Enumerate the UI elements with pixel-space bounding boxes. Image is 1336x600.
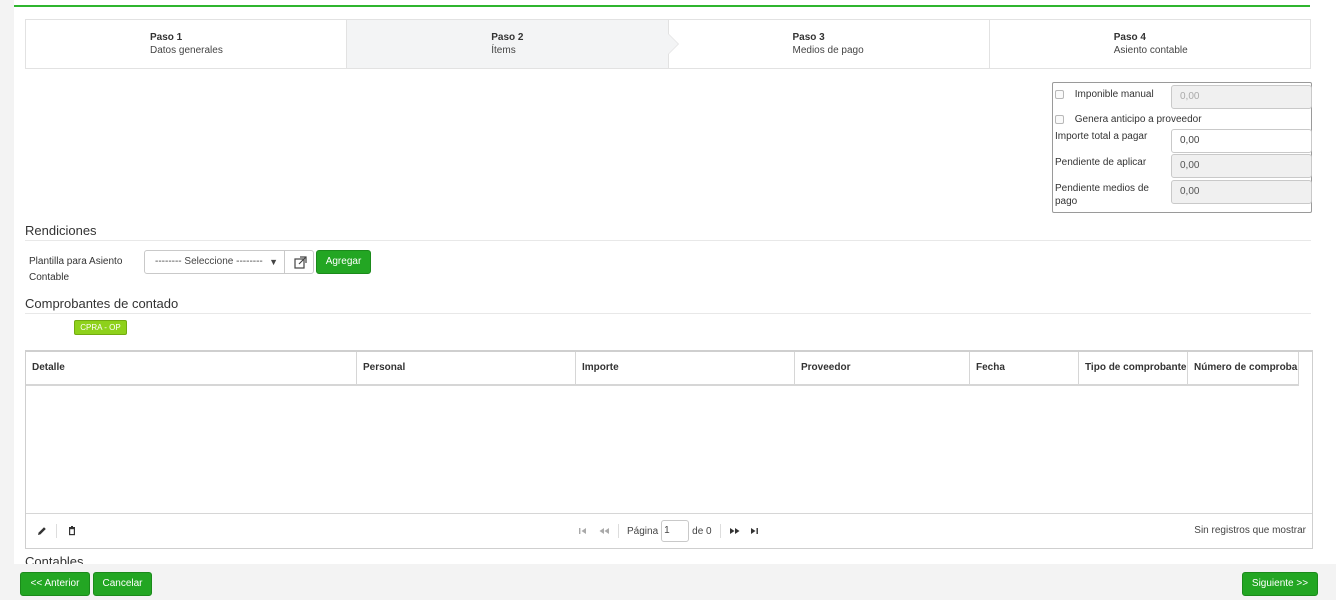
column-header-personal[interactable]: Personal [357,352,576,384]
cancelar-button[interactable]: Cancelar [93,572,152,596]
contables-title: Contables [25,554,84,564]
footer-bar: << Anterior Cancelar Siguiente >> [0,564,1336,600]
step-number: Paso 3 [792,32,825,43]
anterior-button[interactable]: << Anterior [20,572,90,596]
step-label: Asiento contable [1113,45,1188,56]
trash-icon[interactable] [65,524,79,538]
step-label: Datos generales [150,45,223,56]
plantilla-label: Plantilla para Asiento Contable [29,256,123,283]
pager: Página 1 de 0 [578,520,759,542]
step-number: Paso 1 [150,32,183,43]
column-header-detalle[interactable]: Detalle [26,352,357,384]
step-label: Medios de pago [792,45,864,56]
cpra-op-badge[interactable]: CPRA - OP [74,320,127,335]
previous-page-icon[interactable] [598,526,610,536]
wizard-step-2[interactable]: Paso 2 Ítems [347,20,679,68]
wizard-step-1[interactable]: Paso 1 Datos generales [26,20,348,68]
column-header-importe[interactable]: Importe [576,352,795,384]
next-page-icon[interactable] [729,526,741,536]
step-label: Ítems [491,45,516,56]
main-sheet: Paso 1 Datos generales Paso 2 Ítems Paso… [14,0,1336,564]
step-number: Paso 2 [491,32,524,43]
page-label: Página [627,525,659,537]
edit-pencil-icon[interactable] [35,524,49,538]
page-of-label: de 0 [692,525,712,537]
column-header-numero[interactable]: Número de comprobante [1188,352,1299,384]
page-number-input[interactable]: 1 [661,520,690,542]
imponible-manual-checkbox[interactable] [1055,89,1064,99]
column-header-fecha[interactable]: Fecha [970,352,1079,384]
payment-summary-panel: Imponible manual 0,00 Genera anticipo a … [1052,82,1312,213]
imponible-manual-label: Imponible manual [1074,89,1154,100]
open-external-button[interactable] [284,250,314,274]
siguiente-button[interactable]: Siguiente >> [1242,572,1318,596]
comprobantes-grid: Detalle Personal Importe Proveedor Fecha… [25,350,1313,549]
plantilla-select[interactable]: -------- Seleccione -------- ▼ [144,250,285,274]
first-page-icon[interactable] [578,526,588,536]
grid-footer: Página 1 de 0 Sin registros que mostrar [26,513,1312,548]
wizard-step-3[interactable]: Paso 3 Medios de pago [669,20,990,68]
importe-total-input[interactable]: 0,00 [1171,129,1312,153]
pendiente-medios-input: 0,00 [1171,180,1312,204]
step-number: Paso 4 [1113,32,1146,43]
wizard-steps: Paso 1 Datos generales Paso 2 Ítems Paso… [25,19,1311,69]
imponible-manual-input[interactable]: 0,00 [1171,85,1312,109]
pendiente-aplicar-input: 0,00 [1171,154,1312,178]
rendiciones-title: Rendiciones [25,223,1311,241]
last-page-icon[interactable] [749,526,759,536]
plantilla-select-value: -------- Seleccione -------- [155,256,263,267]
column-header-tipo[interactable]: Tipo de comprobante [1079,352,1188,384]
wizard-step-4[interactable]: Paso 4 Asiento contable [990,20,1310,68]
external-link-icon [294,256,307,269]
empty-records-message: Sin registros que mostrar [1194,525,1306,536]
column-header-proveedor[interactable]: Proveedor [795,352,970,384]
comprobantes-title: Comprobantes de contado [25,296,1311,314]
pendiente-medios-label: Pendiente medios de pago [1055,183,1149,207]
caret-down-icon: ▼ [269,257,278,267]
top-accent-line [14,5,1310,7]
genera-anticipo-label: Genera anticipo a proveedor [1074,114,1202,125]
grid-header: Detalle Personal Importe Proveedor Fecha… [26,352,1299,386]
genera-anticipo-checkbox[interactable] [1055,114,1064,124]
agregar-button[interactable]: Agregar [316,250,371,274]
